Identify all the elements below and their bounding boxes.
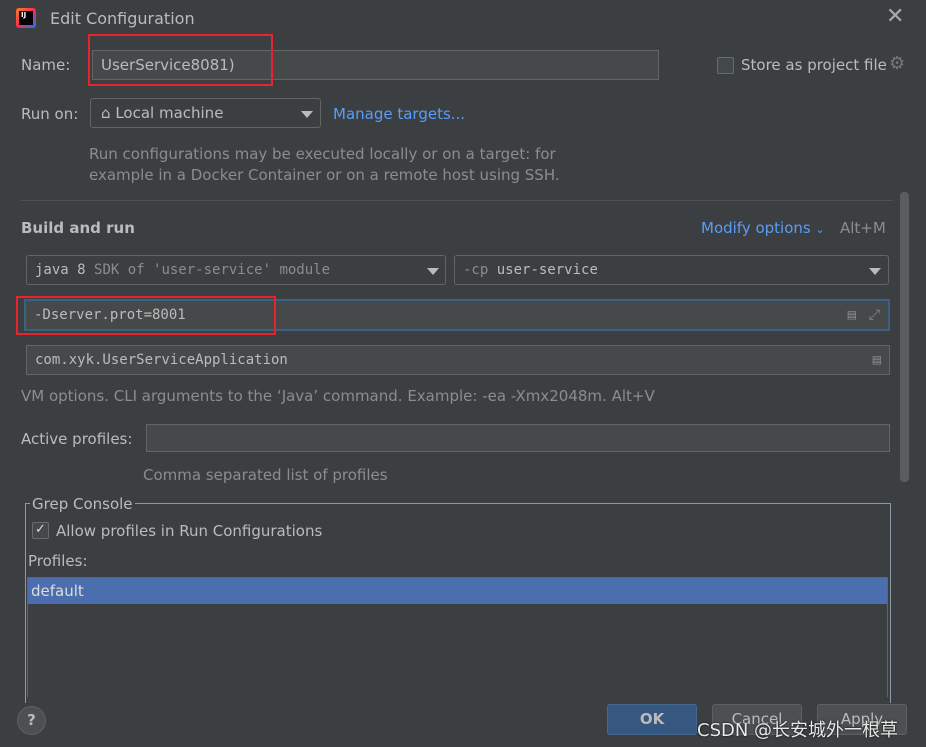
chevron-down-icon [427,268,439,275]
store-as-project-checkbox[interactable] [717,57,734,74]
active-profiles-label: Active profiles: [21,430,133,448]
run-on-label: Run on: [21,105,79,123]
home-icon: ⌂ [101,104,111,122]
run-on-hint-2: example in a Docker Container or on a re… [89,166,560,184]
cp-prefix: -cp [463,262,489,278]
chevron-down-icon [869,268,881,275]
grep-console-title: Grep Console [30,495,135,513]
chevron-down-icon: ⌄ [815,223,825,236]
expand-icon[interactable]: ⤢ [869,301,880,329]
window-title: Edit Configuration [50,9,195,28]
highlight-box [16,296,276,335]
close-icon[interactable]: ✕ [886,4,904,29]
build-run-title: Build and run [21,219,135,237]
profiles-label: Profiles: [28,552,88,570]
active-profiles-input[interactable] [146,424,890,452]
allow-profiles-checkbox[interactable]: ✓ [32,522,49,539]
ok-button[interactable]: OK [607,704,697,735]
sdk-detail: SDK of 'user-service' module [94,262,331,278]
cp-value: user-service [496,262,598,278]
list-item[interactable]: default [28,578,887,604]
highlight-box [88,34,273,86]
run-on-hint-1: Run configurations may be executed local… [89,145,556,163]
manage-targets-link[interactable]: Manage targets... [333,105,465,123]
vm-options-hint: VM options. CLI arguments to the ‘Java’ … [21,387,655,405]
document-icon[interactable]: ▤ [873,346,881,374]
classpath-dropdown[interactable]: -cp user-service [454,255,889,285]
modify-shortcut: Alt+M [840,219,886,237]
run-on-value: Local machine [115,104,224,122]
app-icon: IJ [16,8,36,28]
help-button[interactable]: ? [17,706,46,735]
store-as-project-label: Store as project file [741,56,887,74]
scrollbar[interactable] [900,192,909,482]
divider [21,200,893,201]
run-on-dropdown[interactable]: ⌂ Local machine [90,98,321,128]
chevron-down-icon [301,111,313,118]
allow-profiles-label: Allow profiles in Run Configurations [56,522,323,540]
profiles-list[interactable]: default [27,577,888,697]
sdk-main: java 8 [35,262,86,278]
modify-options-link[interactable]: Modify options ⌄ [701,219,825,237]
active-profiles-hint: Comma separated list of profiles [143,466,388,484]
watermark: CSDN @长安城外一根草 [697,720,899,741]
sdk-dropdown[interactable]: java 8 SDK of 'user-service' module [26,255,446,285]
gear-icon[interactable]: ⚙ [889,53,905,74]
main-class-value: com.xyk.UserServiceApplication [35,352,288,368]
document-icon[interactable]: ▤ [848,301,856,329]
name-label: Name: [21,56,71,74]
main-class-input[interactable]: com.xyk.UserServiceApplication ▤ [26,345,890,375]
modify-options-label: Modify options [701,219,811,237]
